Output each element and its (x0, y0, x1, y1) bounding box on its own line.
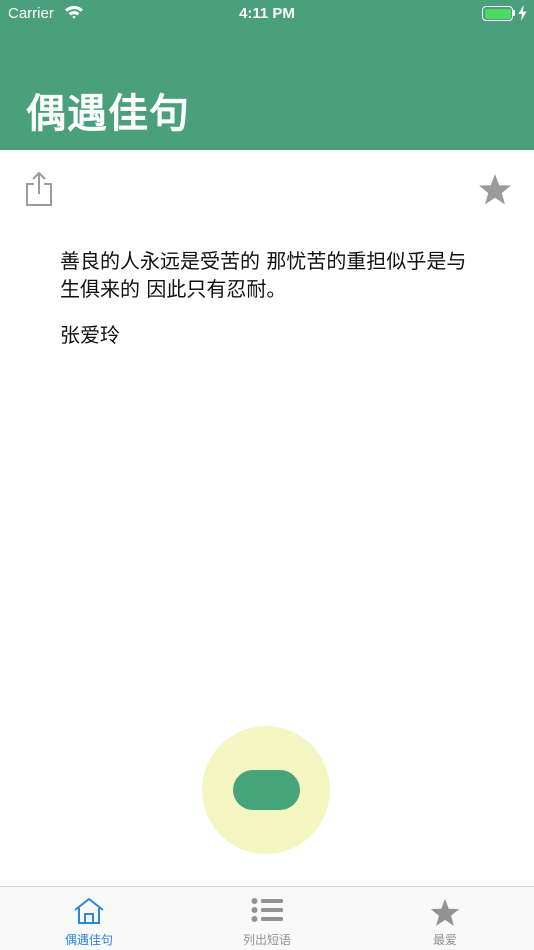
battery-icon (482, 6, 513, 21)
tab-label: 偶遇佳句 (64, 933, 113, 947)
list-icon (251, 898, 283, 922)
tab-label: 最爱 (432, 933, 457, 947)
tab-random-quote[interactable]: 偶遇佳句 (0, 887, 178, 950)
share-button[interactable] (22, 170, 56, 208)
next-quote-pill (233, 770, 300, 810)
star-icon (479, 174, 511, 205)
next-quote-button[interactable] (202, 726, 330, 854)
star-icon (430, 898, 460, 926)
charging-bolt-icon (518, 5, 527, 21)
tab-label: 列出短语 (242, 933, 291, 947)
tab-bar: 偶遇佳句 列出短语 最爱 (0, 886, 534, 950)
favorite-button[interactable] (477, 172, 513, 208)
battery-level (484, 8, 511, 19)
battery-nub (513, 10, 515, 16)
tab-phrase-list[interactable]: 列出短语 (178, 887, 356, 950)
quote-author: 张爱玲 (60, 323, 120, 347)
quote-text: 善良的人永远是受苦的 那忧苦的重担似乎是与生俱来的 因此只有忍耐。 (60, 249, 467, 301)
status-bar: Carrier 4:11 PM (0, 0, 534, 28)
status-time: 4:11 PM (239, 5, 295, 22)
page-title: 偶遇佳句 (26, 91, 190, 137)
home-icon (74, 898, 104, 924)
share-icon (26, 171, 52, 206)
header: Carrier 4:11 PM 偶遇佳句 (0, 0, 534, 150)
tab-favorites[interactable]: 最爱 (356, 887, 534, 950)
